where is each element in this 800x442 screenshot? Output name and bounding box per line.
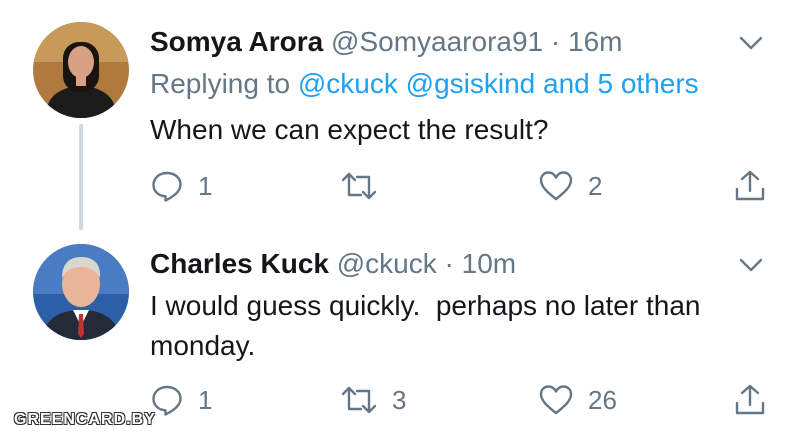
share-button[interactable] [734, 166, 766, 206]
author-handle[interactable]: @ckuck [337, 248, 437, 279]
replying-to-label: Replying to [150, 68, 291, 99]
separator: · [550, 26, 561, 57]
like-count: 26 [588, 384, 617, 415]
reply-button[interactable]: 1 [150, 380, 212, 420]
retweet-icon [340, 383, 378, 417]
timestamp[interactable]: 16m [568, 26, 622, 57]
replying-to: Replying to @ckuck @gsiskind and 5 other… [150, 66, 699, 102]
watermark: GREENCARD.BY [14, 411, 156, 428]
tweet-text: I would guess quickly. perhaps no later … [150, 290, 709, 361]
reply-mentions-link[interactable]: @ckuck @gsiskind and 5 others [298, 68, 699, 99]
separator: · [444, 248, 454, 279]
reply-count: 1 [198, 384, 213, 415]
thread-line [79, 124, 83, 230]
chevron-down-icon[interactable] [738, 252, 764, 278]
retweet-button[interactable]: 3 [340, 380, 406, 420]
tweet-1[interactable]: Somya Arora @Somyaarora91 · 16m Replying… [0, 0, 800, 230]
reply-count: 1 [198, 170, 213, 201]
timestamp[interactable]: 10m [462, 248, 516, 279]
author-name[interactable]: Somya Arora [150, 26, 323, 57]
tweet-header: Somya Arora @Somyaarora91 · 16m [150, 24, 760, 60]
tweet-actions: 1 3 26 [150, 380, 770, 420]
heart-icon [538, 383, 574, 417]
like-button[interactable]: 2 [538, 166, 602, 206]
tweet-text: When we can expect the result? [150, 114, 549, 145]
author-name[interactable]: Charles Kuck [150, 248, 329, 279]
heart-icon [538, 169, 574, 203]
chevron-down-icon[interactable] [738, 30, 764, 56]
like-button[interactable]: 26 [538, 380, 617, 420]
tweet-header: Charles Kuck @ckuck · 10m [150, 246, 760, 282]
share-button[interactable] [734, 380, 766, 420]
author-handle[interactable]: @Somyaarora91 [331, 26, 543, 57]
tweet-actions: 1 2 [150, 166, 770, 206]
retweet-button[interactable] [340, 166, 392, 206]
like-count: 2 [588, 170, 603, 201]
avatar[interactable] [33, 244, 129, 340]
retweet-count: 3 [392, 384, 407, 415]
reply-button[interactable]: 1 [150, 166, 212, 206]
retweet-icon [340, 169, 378, 203]
share-icon [734, 169, 766, 203]
avatar[interactable] [33, 22, 129, 118]
share-icon [734, 383, 766, 417]
speech-bubble-icon [150, 169, 184, 203]
